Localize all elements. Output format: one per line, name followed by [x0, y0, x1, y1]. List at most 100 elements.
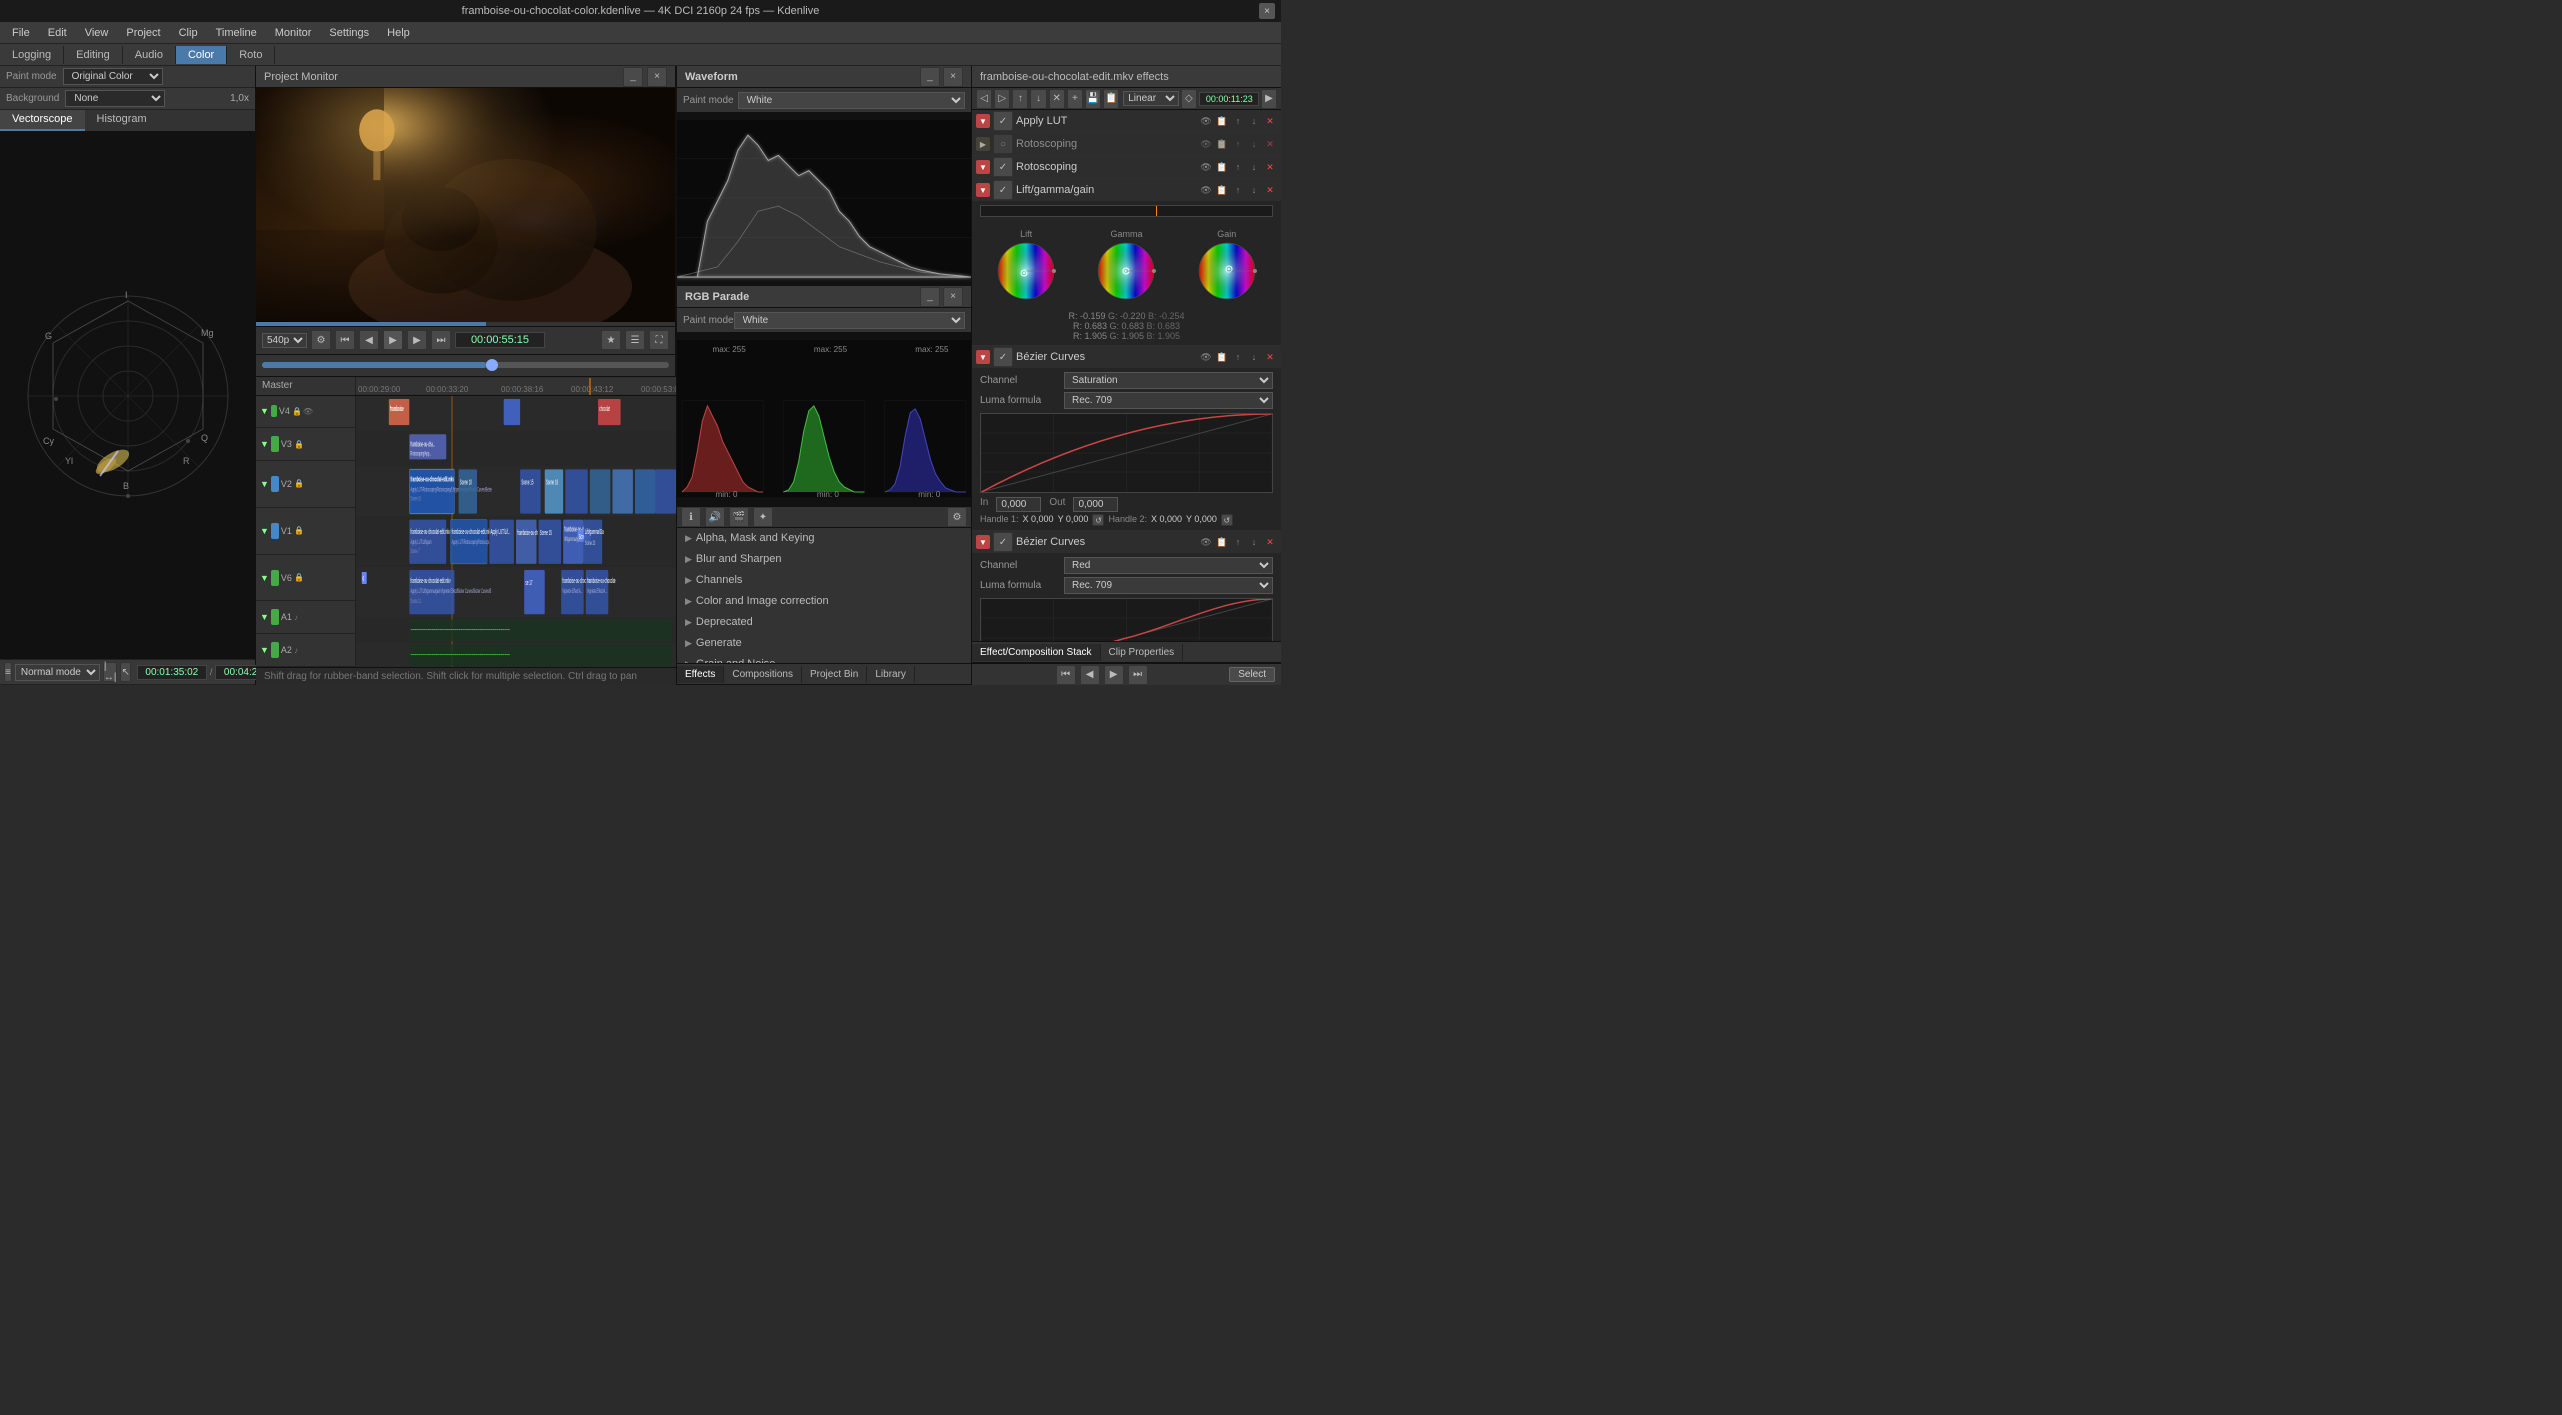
eff-lgg-copy[interactable]: 📋	[1215, 183, 1229, 197]
effects-star[interactable]: ✦	[753, 507, 773, 527]
tab-histogram[interactable]: Histogram	[85, 110, 159, 131]
effect-lgg-header[interactable]: ▼ ✓ Lift/gamma/gain 👁 📋 ↑ ↓ ✕	[972, 179, 1281, 201]
menu-file[interactable]: File	[4, 25, 38, 41]
effects-info[interactable]: ℹ	[681, 507, 701, 527]
menu-settings[interactable]: Settings	[321, 25, 377, 41]
tab-compositions[interactable]: Compositions	[724, 666, 802, 683]
normal-mode-select[interactable]: Normal mode	[15, 664, 100, 681]
monitor-rewind[interactable]: ⏮	[335, 330, 355, 350]
effect-lut-enable[interactable]: ✓	[993, 111, 1013, 131]
eff-lgg-del[interactable]: ✕	[1263, 183, 1277, 197]
track-v3-expand[interactable]: ▼	[260, 439, 269, 449]
menu-edit[interactable]: Edit	[40, 25, 75, 41]
rgb-pm-select[interactable]: White	[734, 312, 965, 329]
gain-wheel[interactable]	[1197, 241, 1257, 301]
menu-timeline[interactable]: Timeline	[208, 25, 265, 41]
monitor-extra[interactable]: ☰	[625, 330, 645, 350]
bezier1-graph[interactable]	[980, 413, 1273, 493]
track-v1-expand[interactable]: ▼	[260, 526, 269, 536]
eff-roto2-del[interactable]: ✕	[1263, 160, 1277, 174]
effect-roto1-enable[interactable]: ○	[993, 134, 1013, 154]
effect-lgg-enable[interactable]: ✓	[993, 180, 1013, 200]
effect-roto2-enable[interactable]: ✓	[993, 157, 1013, 177]
cat-generate-header[interactable]: ▶ Generate	[677, 633, 971, 653]
tab-roto[interactable]: Roto	[227, 46, 275, 64]
cat-alpha-header[interactable]: ▶ Alpha, Mask and Keying	[677, 528, 971, 548]
eff-b1-copy[interactable]: 📋	[1215, 350, 1229, 364]
select-button[interactable]: ↖	[120, 662, 130, 682]
monitor-next-frame[interactable]: ▶	[407, 330, 427, 350]
track-v6-expand[interactable]: ▼	[260, 573, 269, 583]
monitor-close[interactable]: ×	[647, 67, 667, 87]
eff-b1-vis[interactable]: 👁	[1199, 350, 1213, 364]
monitor-fullscreen[interactable]: ⛶	[649, 330, 669, 350]
menu-view[interactable]: View	[77, 25, 117, 41]
b1-reset-h1[interactable]: ↺	[1092, 514, 1104, 526]
es-remove[interactable]: ✕	[1049, 89, 1065, 109]
eff-b2-up[interactable]: ↑	[1231, 535, 1245, 549]
tab-library[interactable]: Library	[867, 666, 915, 683]
cat-grain-header[interactable]: ▶ Grain and Noise	[677, 654, 971, 663]
waveform-pm-select[interactable]: White	[738, 92, 965, 109]
track-a2-mute[interactable]: ♪	[294, 646, 298, 655]
monitor-settings[interactable]: ⚙	[311, 330, 331, 350]
snap-button[interactable]: |↔|	[103, 662, 118, 682]
esb-nav-fwd[interactable]: ▶	[1104, 665, 1124, 685]
waveform-minimize[interactable]: _	[920, 67, 940, 87]
rgb-minimize[interactable]: _	[920, 287, 940, 307]
eff-lut-copy[interactable]: 📋	[1215, 114, 1229, 128]
eff-roto2-down[interactable]: ↓	[1247, 160, 1261, 174]
effect-bezier2-header[interactable]: ▼ ✓ Bézier Curves 👁 📋 ↑ ↓ ✕	[972, 531, 1281, 553]
track-a1-mute[interactable]: ♪	[294, 613, 298, 622]
track-v4-eye[interactable]: 👁	[303, 407, 313, 416]
eff-lgg-vis[interactable]: 👁	[1199, 183, 1213, 197]
track-v6-lock[interactable]: 🔒	[294, 573, 304, 582]
eff-roto1-copy[interactable]: 📋	[1215, 137, 1229, 151]
es-back[interactable]: ◁	[976, 89, 992, 109]
menu-monitor[interactable]: Monitor	[267, 25, 320, 41]
eff-b1-del[interactable]: ✕	[1263, 350, 1277, 364]
eff-lut-up[interactable]: ↑	[1231, 114, 1245, 128]
es-keyframe[interactable]: ◇	[1181, 89, 1197, 109]
cat-blur-header[interactable]: ▶ Blur and Sharpen	[677, 549, 971, 569]
mode-button[interactable]: ≡	[4, 662, 12, 682]
b1-channel-select[interactable]: Saturation	[1064, 372, 1273, 389]
tab-vectorscope[interactable]: Vectorscope	[0, 110, 85, 131]
b2-channel-select[interactable]: Red	[1064, 557, 1273, 574]
eff-roto1-vis[interactable]: 👁	[1199, 137, 1213, 151]
eff-lgg-up[interactable]: ↑	[1231, 183, 1245, 197]
effect-bezier1-header[interactable]: ▼ ✓ Bézier Curves 👁 📋 ↑ ↓ ✕	[972, 346, 1281, 368]
eff-b1-down[interactable]: ↓	[1247, 350, 1261, 364]
eff-roto1-down[interactable]: ↓	[1247, 137, 1261, 151]
es-save[interactable]: 💾	[1085, 89, 1101, 109]
tab-audio[interactable]: Audio	[123, 46, 176, 64]
b1-luma-select[interactable]: Rec. 709	[1064, 392, 1273, 409]
track-v1-lock[interactable]: 🔒	[294, 526, 304, 535]
effect-roto2-header[interactable]: ▼ ✓ Rotoscoping 👁 📋 ↑ ↓ ✕	[972, 156, 1281, 178]
cat-deprecated-header[interactable]: ▶ Deprecated	[677, 612, 971, 632]
b2-luma-select[interactable]: Rec. 709	[1064, 577, 1273, 594]
monitor-scrubber[interactable]	[262, 362, 669, 368]
select-button[interactable]: Select	[1229, 667, 1275, 682]
eff-b2-copy[interactable]: 📋	[1215, 535, 1229, 549]
waveform-close[interactable]: ×	[943, 67, 963, 87]
tab-clip-properties[interactable]: Clip Properties	[1101, 644, 1184, 661]
track-v2-lock[interactable]: 🔒	[294, 479, 304, 488]
track-v4-expand[interactable]: ▼	[260, 406, 269, 416]
esb-nav-prev[interactable]: ⏮	[1056, 665, 1076, 685]
track-a1-expand[interactable]: ▼	[260, 612, 269, 622]
eff-lut-down[interactable]: ↓	[1247, 114, 1261, 128]
eff-roto2-up[interactable]: ↑	[1231, 160, 1245, 174]
track-a2-expand[interactable]: ▼	[260, 645, 269, 655]
effects-settings[interactable]: ⚙	[947, 507, 967, 527]
track-v4-lock[interactable]: 🔒	[292, 407, 302, 416]
tab-logging[interactable]: Logging	[0, 46, 64, 64]
monitor-bookmark[interactable]: ★	[601, 330, 621, 350]
lgg-keyframe-slider[interactable]	[980, 205, 1273, 217]
eff-lgg-down[interactable]: ↓	[1247, 183, 1261, 197]
eff-lut-del[interactable]: ✕	[1263, 114, 1277, 128]
track-v3-lock[interactable]: 🔒	[294, 440, 304, 449]
es-timecode-nav[interactable]: ▶	[1261, 89, 1277, 109]
es-down[interactable]: ↓	[1030, 89, 1046, 109]
eff-b1-up[interactable]: ↑	[1231, 350, 1245, 364]
